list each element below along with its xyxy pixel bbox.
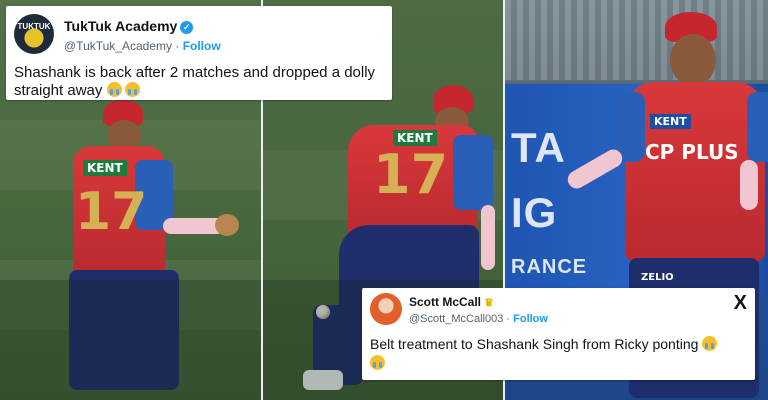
tweet-card-tuktuk[interactable]: TUKTUK TukTuk Academy ✓ @TukTuk_Academy ·…	[6, 6, 392, 100]
jersey-logo: KENT	[83, 160, 127, 176]
ground-shadow	[0, 280, 261, 400]
follow-button[interactable]: Follow	[513, 313, 548, 325]
arm	[564, 146, 626, 192]
loudly-crying-face-icon	[370, 355, 385, 370]
tweet-card-scott[interactable]: Scott McCall ♛ @Scott_McCall003 · Follow …	[362, 288, 755, 380]
loudly-crying-face-icon	[124, 82, 140, 97]
author-handle[interactable]: @TukTuk_Academy	[64, 39, 172, 53]
crown-icon: ♛	[484, 297, 494, 309]
handle-row: @TukTuk_Academy · Follow	[64, 39, 221, 53]
jersey-side	[453, 135, 493, 210]
author-handle[interactable]: @Scott_McCall003	[409, 313, 503, 325]
author-name-text: TukTuk Academy	[64, 18, 178, 34]
head	[670, 34, 716, 86]
avatar[interactable]	[370, 293, 402, 325]
tweet-text-content: Shashank is back after 2 matches and dro…	[14, 64, 376, 99]
jersey-number: 17	[75, 182, 148, 242]
follow-button[interactable]: Follow	[183, 39, 221, 53]
tweet-text-content: Belt treatment to Shashank Singh from Ri…	[370, 336, 699, 352]
arm	[740, 160, 758, 210]
glove	[215, 214, 239, 236]
tweet-text: Belt treatment to Shashank Singh from Ri…	[370, 335, 748, 373]
author-name[interactable]: Scott McCall ♛	[409, 295, 494, 309]
separator: ·	[506, 313, 511, 325]
pants-logo: ZELIO	[641, 272, 674, 283]
author-name-text: Scott McCall	[409, 295, 482, 309]
verified-badge-icon: ✓	[180, 21, 194, 34]
avatar[interactable]: TUKTUK	[14, 14, 54, 54]
jersey-side	[747, 92, 768, 162]
jersey-sponsor: CP PLUS	[645, 140, 739, 164]
tweet-text: Shashank is back after 2 matches and dro…	[14, 64, 384, 100]
handle-row: @Scott_McCall003 · Follow	[409, 313, 548, 325]
author-name[interactable]: TukTuk Academy ✓	[64, 18, 194, 34]
jersey-number: 17	[373, 143, 449, 206]
x-logo-icon[interactable]: X	[734, 292, 747, 315]
jersey-side	[617, 92, 645, 162]
loudly-crying-face-icon	[106, 82, 122, 97]
chest-logo: KENT	[650, 114, 691, 129]
arm	[481, 205, 495, 270]
loudly-crying-face-icon	[702, 336, 718, 351]
avatar-label: TUKTUK	[17, 22, 51, 31]
separator: ·	[175, 39, 180, 53]
